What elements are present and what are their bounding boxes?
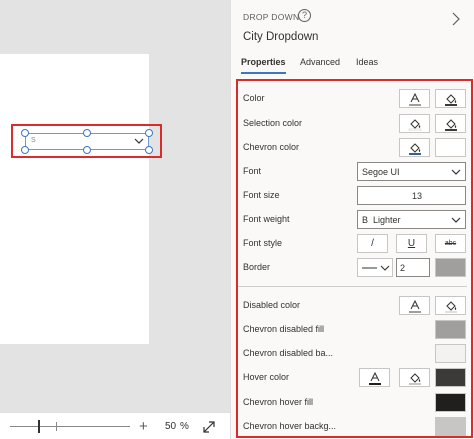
control-name[interactable]: City Dropdown <box>243 31 318 43</box>
zoom-in-button[interactable]: + <box>139 418 148 435</box>
zoom-slider-tick <box>56 422 57 431</box>
app-screen[interactable] <box>0 54 149 344</box>
zoom-bar: + 50 % <box>0 412 230 439</box>
design-canvas[interactable]: S <box>0 0 230 412</box>
control-highlight-box <box>11 124 162 158</box>
properties-panel: DROP DOWN ? City Dropdown Properties Adv… <box>230 0 474 439</box>
zoom-unit: % <box>180 421 189 432</box>
panel-tabs: Properties Advanced Ideas <box>231 54 474 76</box>
fit-to-window-icon[interactable] <box>202 420 216 434</box>
tab-advanced[interactable]: Advanced <box>300 57 340 72</box>
properties-highlight-box <box>236 79 473 438</box>
help-icon[interactable]: ? <box>298 9 311 22</box>
zoom-value: 50 <box>165 421 177 432</box>
zoom-slider-thumb[interactable] <box>38 420 40 433</box>
zoom-slider-track[interactable] <box>10 426 130 427</box>
tab-properties[interactable]: Properties <box>241 57 286 74</box>
chevron-right-icon[interactable] <box>451 12 461 26</box>
tab-ideas[interactable]: Ideas <box>356 57 378 72</box>
control-type-label: DROP DOWN <box>243 12 300 22</box>
